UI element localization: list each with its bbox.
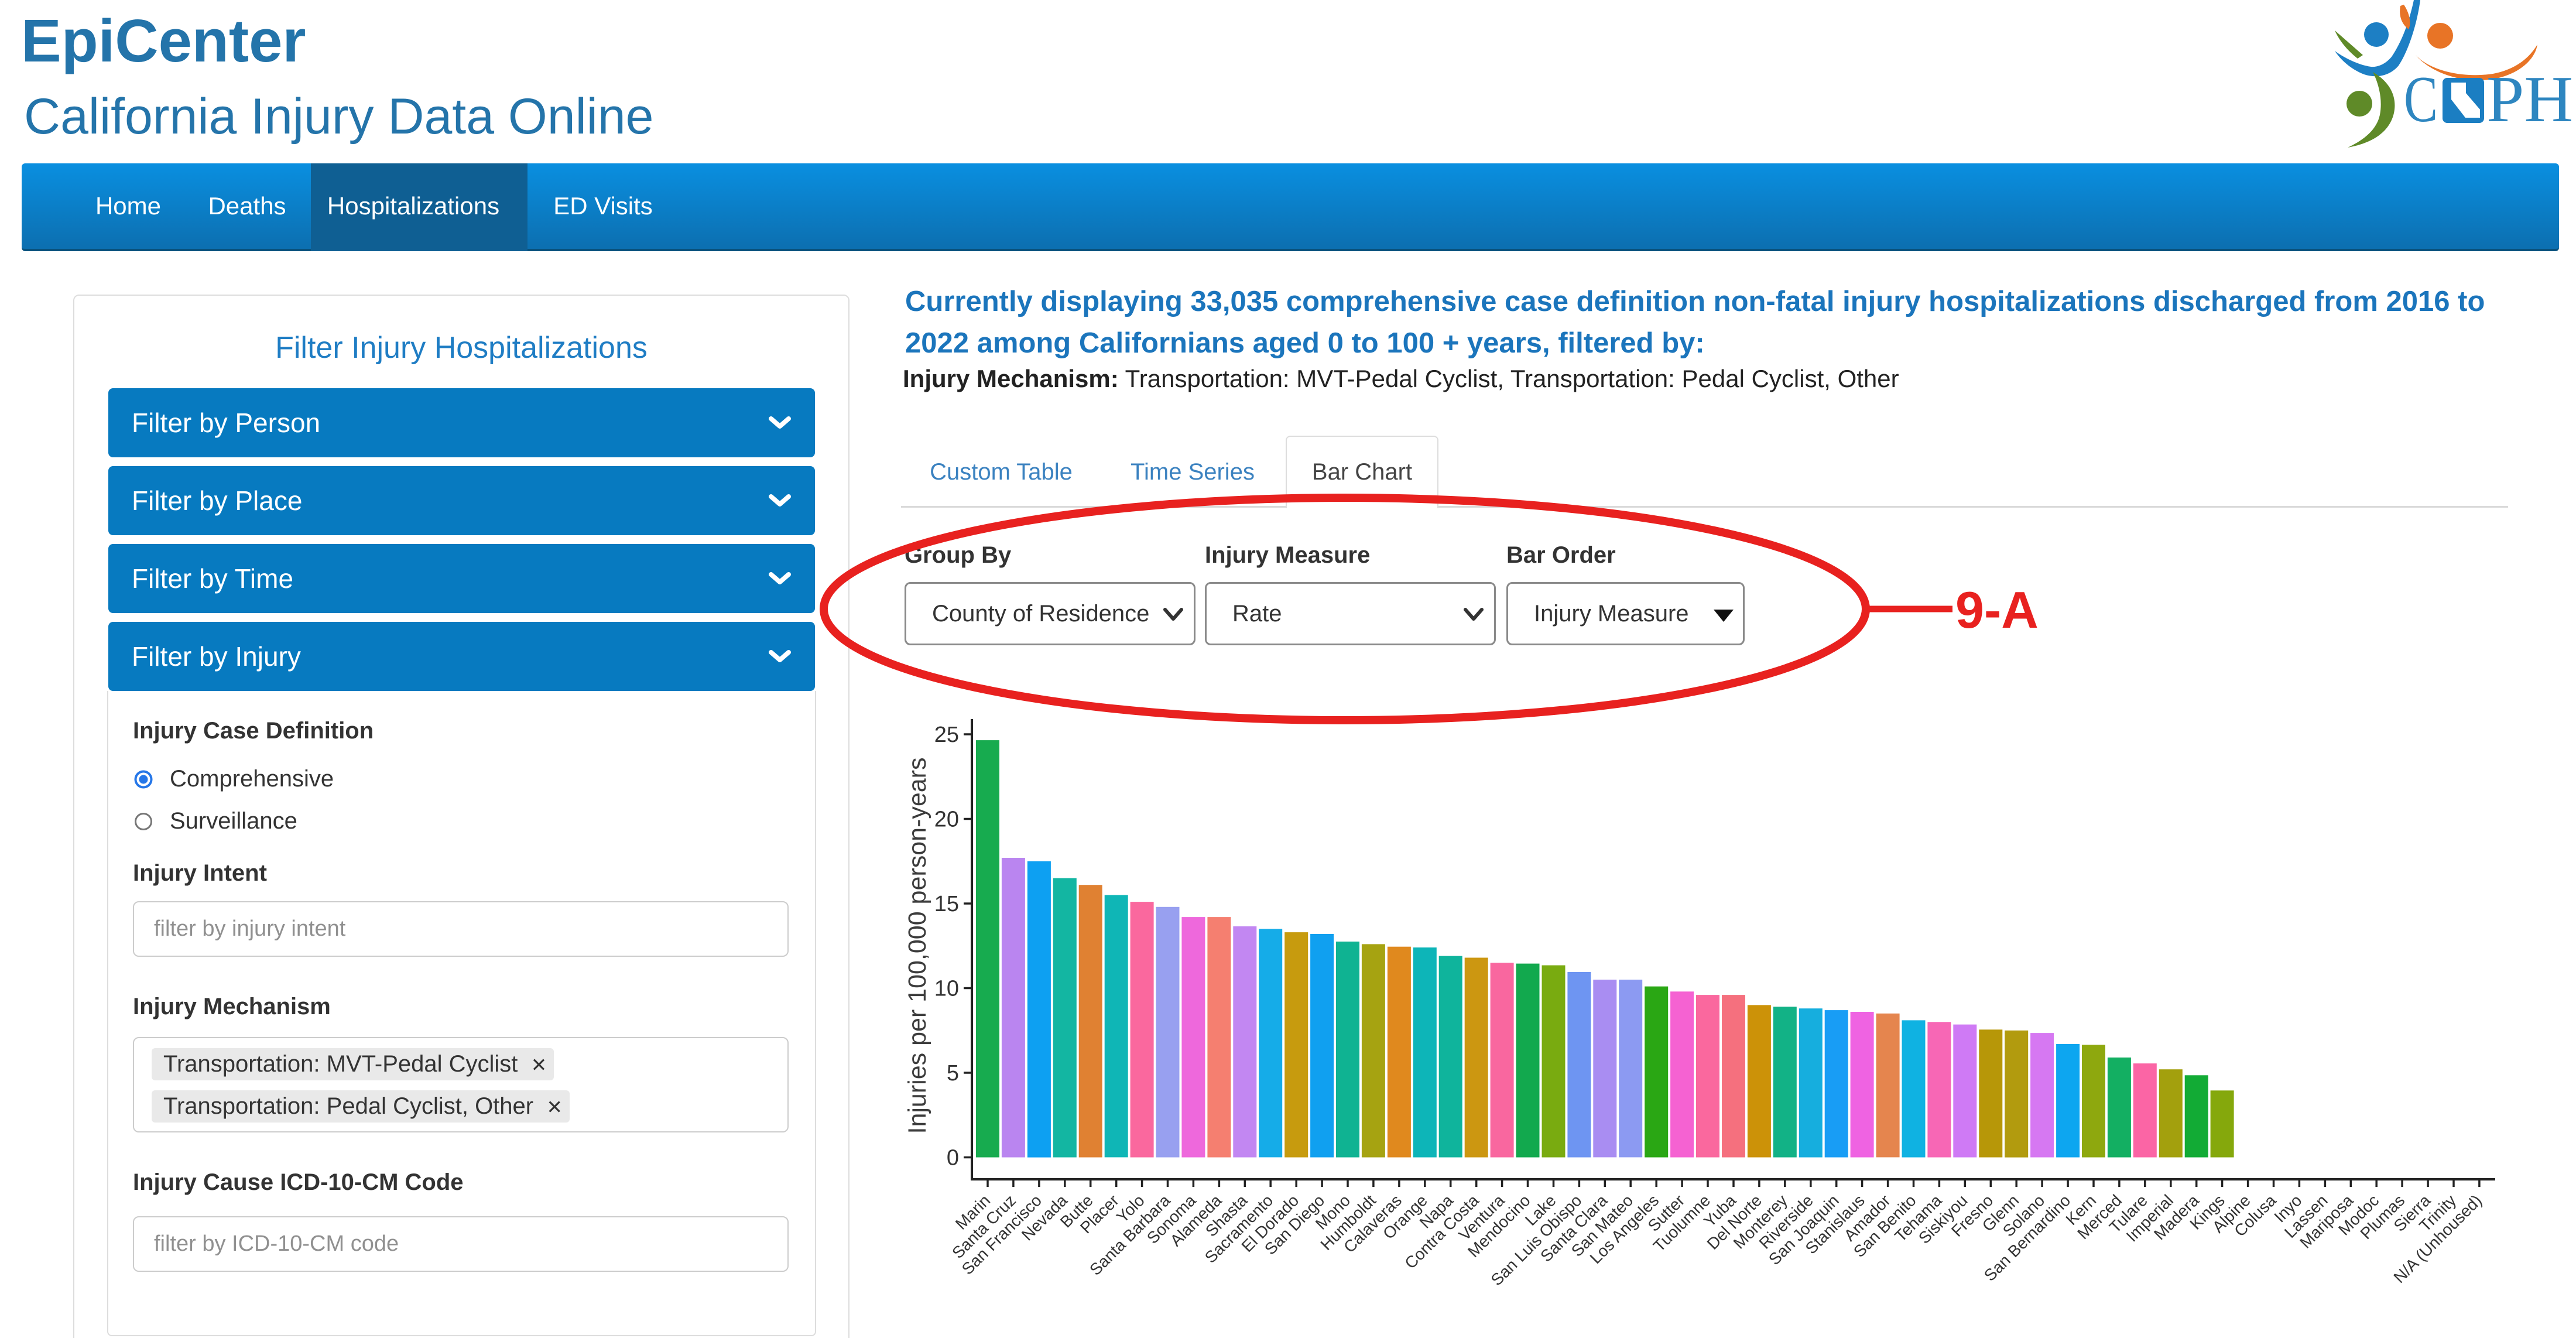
svg-text:5: 5 (947, 1061, 959, 1086)
svg-text:15: 15 (934, 892, 959, 916)
svg-text:10: 10 (934, 977, 959, 1001)
svg-text:PH: PH (2486, 63, 2573, 136)
svg-text:C: C (2404, 63, 2438, 136)
svg-text:Injuries per 100,000 person-ye: Injuries per 100,000 person-years (903, 758, 931, 1134)
svg-text:9-A: 9-A (1955, 581, 2039, 639)
svg-text:25: 25 (934, 723, 959, 747)
svg-text:0: 0 (947, 1146, 959, 1171)
svg-text:20: 20 (934, 807, 959, 832)
